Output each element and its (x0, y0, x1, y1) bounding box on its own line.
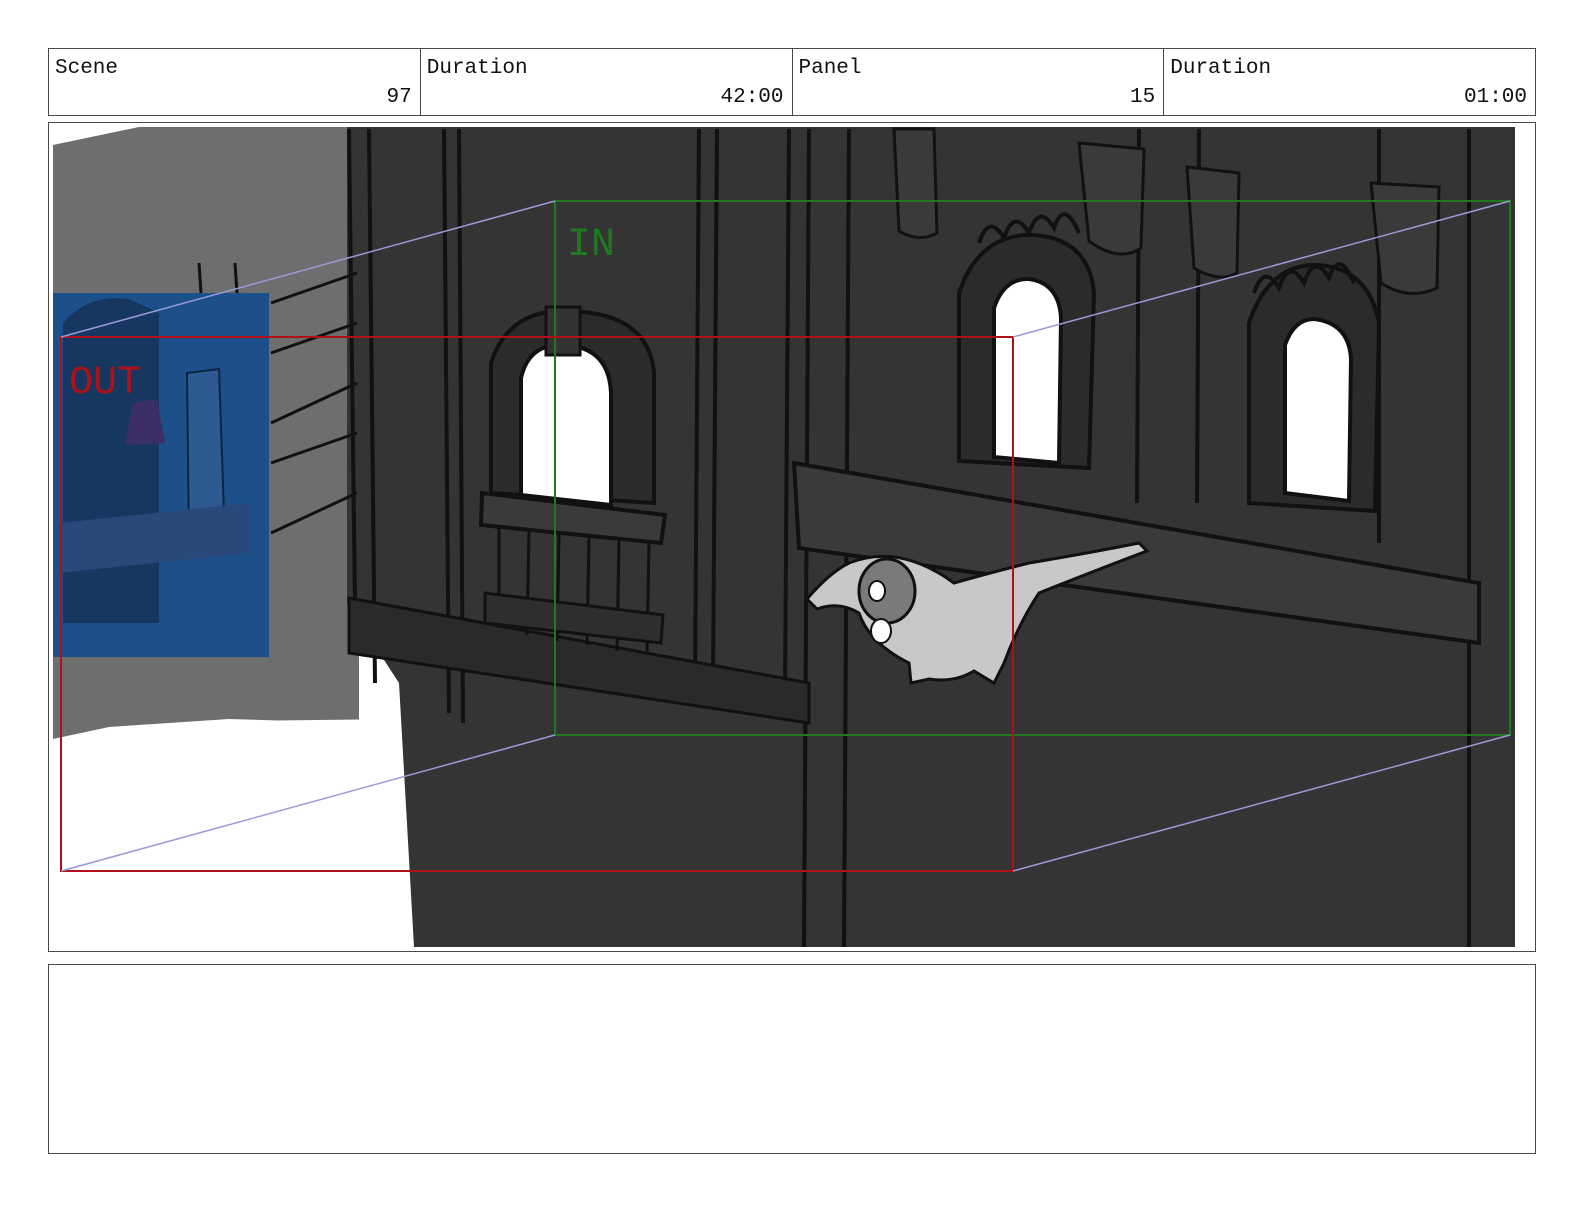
panel-number: 15 (1130, 86, 1156, 109)
panel-notes-box (48, 964, 1536, 1154)
panel-duration-label: Duration (1170, 57, 1272, 80)
upper-window-1-opening (992, 276, 1064, 466)
balcony-keystone (544, 305, 582, 357)
panel-duration-value: 01:00 (1463, 86, 1527, 109)
panel-duration-cell: Duration 01:00 (1164, 49, 1535, 115)
balcony-window-opening (519, 342, 613, 508)
storyboard-drawing: IN OUT (53, 127, 1515, 948)
scene-label: Scene (55, 57, 119, 80)
reference-doorway (63, 298, 159, 623)
scene-duration-label: Duration (426, 57, 528, 80)
panel-label: Panel (798, 57, 862, 80)
out-label: OUT (69, 361, 141, 406)
panel-cell: Panel 15 (793, 49, 1165, 115)
upper-window-2-opening (1283, 316, 1354, 504)
scene-cell: Scene 97 (49, 49, 421, 115)
storyboard-panel: IN OUT (48, 122, 1536, 952)
scene-duration-cell: Duration 42:00 (421, 49, 793, 115)
panel-header: Scene 97 Duration 42:00 Panel 15 Duratio… (48, 48, 1536, 116)
scene-number: 97 (386, 86, 412, 109)
scene-duration-value: 42:00 (720, 86, 784, 109)
snow-ground (53, 719, 414, 947)
in-label: IN (567, 223, 615, 268)
